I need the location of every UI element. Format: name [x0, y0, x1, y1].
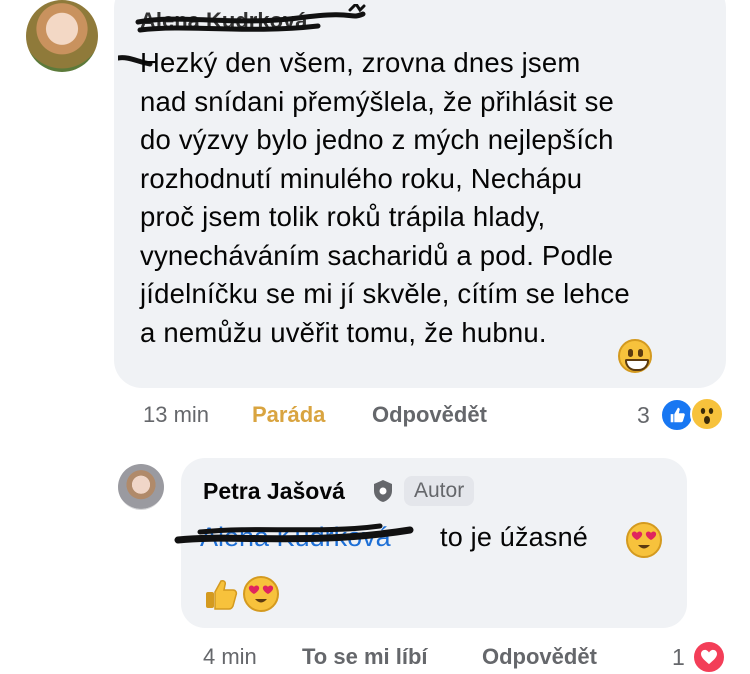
- comment-text: Hezký den všem, zrovna dnes jsem nad sní…: [140, 47, 630, 348]
- reply-button[interactable]: Odpovědět: [482, 644, 597, 670]
- grinning-emoji-icon: [618, 339, 652, 373]
- author-badge: Autor: [404, 476, 475, 506]
- like-icon[interactable]: [660, 398, 694, 432]
- wow-icon[interactable]: [690, 397, 724, 431]
- avatar[interactable]: [26, 0, 98, 72]
- shield-icon: [374, 480, 392, 502]
- comment-author-name[interactable]: Petra Jašová: [203, 478, 345, 505]
- avatar[interactable]: [118, 464, 164, 510]
- reaction-count[interactable]: 3: [637, 402, 650, 429]
- scribble-redaction: [174, 523, 414, 544]
- comment-timestamp[interactable]: 13 min: [143, 402, 209, 428]
- reaction-count[interactable]: 1: [672, 644, 685, 671]
- reply-button[interactable]: Odpovědět: [372, 402, 487, 428]
- reaction-button[interactable]: Paráda: [252, 402, 325, 428]
- reply-text: to je úžasné: [440, 522, 588, 552]
- comment-timestamp[interactable]: 4 min: [203, 644, 257, 670]
- like-button[interactable]: To se mi líbí: [302, 644, 428, 670]
- heart-eyes-emoji-icon: [626, 522, 662, 558]
- love-icon[interactable]: [692, 640, 726, 674]
- heart-eyes-emoji-icon: [243, 576, 279, 612]
- thumbs-up-emoji-icon: [203, 576, 239, 612]
